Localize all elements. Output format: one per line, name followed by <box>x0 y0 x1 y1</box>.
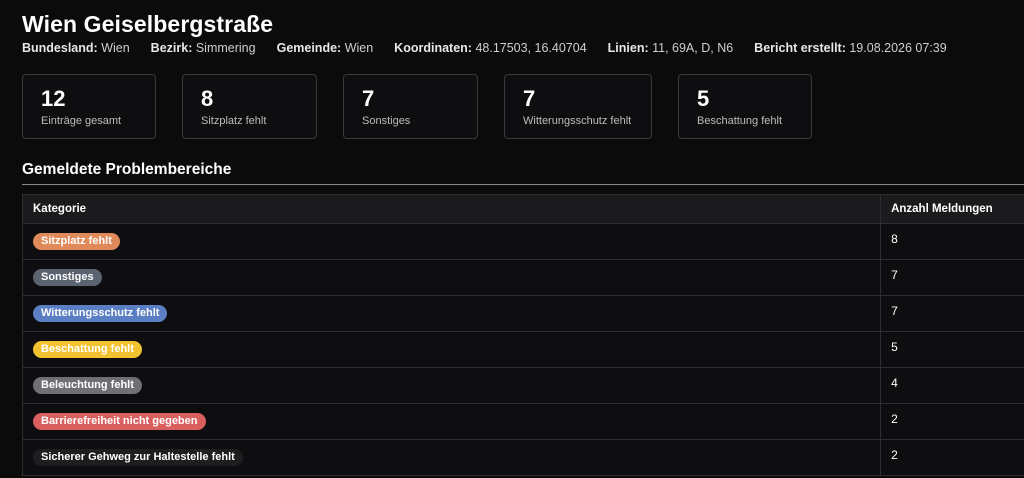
count-cell: 2 <box>880 403 1024 440</box>
category-badge: Barrierefreiheit nicht gegeben <box>33 413 206 430</box>
count-cell: 7 <box>880 259 1024 296</box>
card-sitzplatz-fehlt: 8 Sitzplatz fehlt <box>182 74 317 139</box>
table-row: Witterungsschutz fehlt 7 <box>21 295 1024 332</box>
page-title: Wien Geiselbergstraße <box>22 11 274 37</box>
section-title: Gemeldete Problembereiche <box>22 161 232 178</box>
meta-label: Bundesland: <box>22 41 98 55</box>
count-cell: 7 <box>880 295 1024 332</box>
meta-label: Gemeinde: <box>276 41 342 55</box>
meta-bezirk: Bezirk: Simmering <box>151 41 256 55</box>
card-beschattung-fehlt: 5 Beschattung fehlt <box>678 74 812 139</box>
problem-table: Kategorie Anzahl Meldungen Sitzplatz feh… <box>21 194 1024 476</box>
meta-gemeinde: Gemeinde: Wien <box>277 41 374 55</box>
card-value: 7 <box>362 86 375 111</box>
card-value: 8 <box>201 86 214 111</box>
table-row: Sonstiges 7 <box>21 259 1024 296</box>
summary-cards: 12 Einträge gesamt 8 Sitzplatz fehlt 7 S… <box>22 74 812 139</box>
table-row: Beleuchtung fehlt 4 <box>21 367 1024 404</box>
card-label: Sonstiges <box>362 115 411 127</box>
category-badge: Witterungsschutz fehlt <box>33 305 168 322</box>
meta-value: Wien <box>101 41 130 55</box>
category-badge: Sitzplatz fehlt <box>33 233 120 250</box>
meta-label: Linien: <box>607 41 649 55</box>
table-row: Barrierefreiheit nicht gegeben 2 <box>21 403 1024 440</box>
card-label: Beschattung fehlt <box>697 115 783 127</box>
card-value: 5 <box>697 86 710 111</box>
category-cell: Witterungsschutz fehlt <box>21 295 882 332</box>
meta-label: Bericht erstellt: <box>754 41 846 55</box>
table-row: Beschattung fehlt 5 <box>21 331 1024 368</box>
meta-value: Wien <box>344 41 374 55</box>
table-row: Sitzplatz fehlt 8 <box>21 223 1024 260</box>
count-cell: 5 <box>880 331 1024 368</box>
category-badge: Beleuchtung fehlt <box>33 377 142 394</box>
count-cell: 8 <box>880 223 1024 260</box>
column-header-kategorie: Kategorie <box>21 194 882 224</box>
section-divider <box>22 184 1024 185</box>
category-badge: Sicherer Gehweg zur Haltestelle fehlt <box>33 449 243 466</box>
card-value: 7 <box>523 86 536 111</box>
meta-label: Bezirk: <box>150 41 193 55</box>
meta-value: 11, 69A, D, N6 <box>652 41 734 55</box>
report-page: Wien Geiselbergstraße Bundesland: Wien B… <box>0 0 1024 478</box>
card-sonstiges: 7 Sonstiges <box>343 74 478 139</box>
count-cell: 4 <box>880 367 1024 404</box>
category-cell: Beleuchtung fehlt <box>21 367 882 404</box>
category-cell: Beschattung fehlt <box>21 331 882 368</box>
category-badge: Sonstiges <box>33 269 102 286</box>
table-row: Sicherer Gehweg zur Haltestelle fehlt 2 <box>21 439 1024 476</box>
meta-value: 48.17503, 16.40704 <box>475 41 587 55</box>
category-cell: Sitzplatz fehlt <box>21 223 882 260</box>
count-cell: 2 <box>880 439 1024 476</box>
category-cell: Sonstiges <box>21 259 882 296</box>
card-label: Witterungsschutz fehlt <box>523 115 632 127</box>
meta-koordinaten: Koordinaten: 48.17503, 16.40704 <box>394 41 586 55</box>
meta-value: Simmering <box>195 41 256 55</box>
category-cell: Barrierefreiheit nicht gegeben <box>21 403 882 440</box>
card-witterungsschutz-fehlt: 7 Witterungsschutz fehlt <box>504 74 652 139</box>
category-cell: Sicherer Gehweg zur Haltestelle fehlt <box>21 439 882 476</box>
meta-bericht-erstellt: Bericht erstellt: 19.08.2026 07:39 <box>754 41 947 55</box>
card-eintraege-gesamt: 12 Einträge gesamt <box>22 74 156 139</box>
meta-value: 19.08.2026 07:39 <box>849 41 947 55</box>
meta-bundesland: Bundesland: Wien <box>22 41 130 55</box>
card-value: 12 <box>41 86 66 111</box>
column-header-anzahl: Anzahl Meldungen <box>880 194 1024 224</box>
card-label: Sitzplatz fehlt <box>201 115 267 127</box>
meta-label: Koordinaten: <box>394 41 472 55</box>
card-label: Einträge gesamt <box>41 115 122 127</box>
category-badge: Beschattung fehlt <box>33 341 142 358</box>
table-header-row: Kategorie Anzahl Meldungen <box>21 194 1024 224</box>
meta-line: Bundesland: Wien Bezirk: Simmering Gemei… <box>22 41 947 55</box>
meta-linien: Linien: 11, 69A, D, N6 <box>608 41 734 55</box>
